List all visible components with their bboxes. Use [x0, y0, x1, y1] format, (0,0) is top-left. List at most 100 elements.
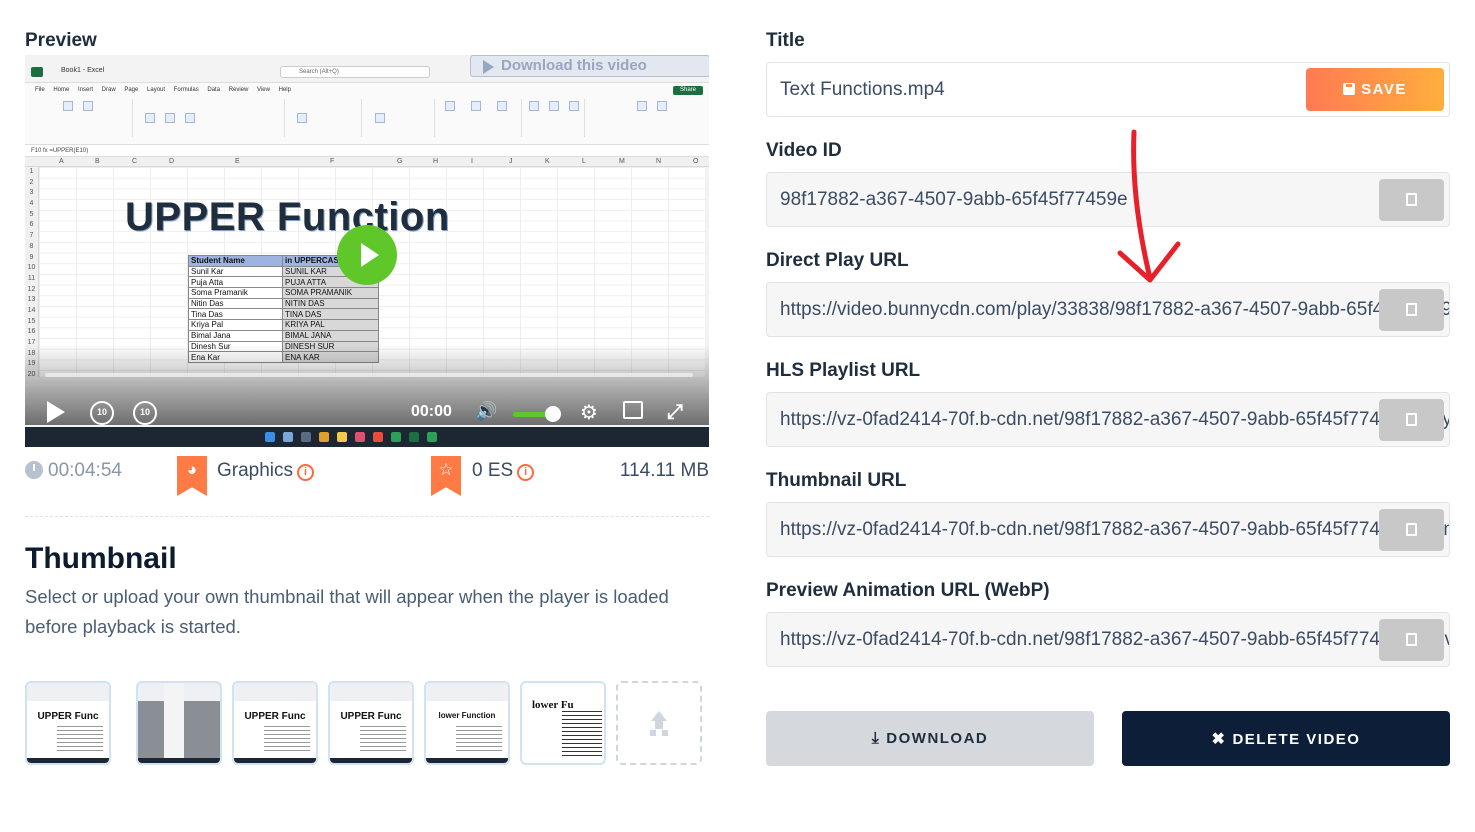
- video-id-field: [766, 172, 1450, 227]
- thumbnail-option[interactable]: UPPER Func: [25, 681, 111, 765]
- copy-hls-button[interactable]: [1379, 399, 1444, 441]
- table-cell: Bimal Jana: [188, 329, 283, 342]
- copy-icon: [1403, 630, 1417, 646]
- thumbnail-url-input[interactable]: [767, 503, 1449, 556]
- table-row: Kriya Pal KRIYA PAL: [188, 319, 379, 331]
- rewind-10-icon[interactable]: 10: [90, 401, 114, 425]
- row-header: 4: [29, 200, 34, 208]
- column-header: C: [132, 158, 138, 165]
- watermark-text: Download this video: [501, 57, 647, 74]
- column-header: B: [95, 158, 100, 165]
- direct-play-label: Direct Play URL: [766, 250, 909, 271]
- download-video-watermark[interactable]: Download this video: [470, 55, 709, 77]
- row-header: 15: [27, 317, 36, 325]
- duration: 00:04:54: [25, 460, 122, 482]
- video-player[interactable]: Book1 - Excel Search (Alt+Q) Download th…: [25, 55, 709, 447]
- table-cell: Nitin Das: [188, 297, 283, 310]
- thumbnail-option[interactable]: UPPER Func: [328, 681, 414, 765]
- copy-direct-play-button[interactable]: [1379, 289, 1444, 331]
- column-header: F: [330, 158, 335, 165]
- column-header: J: [509, 158, 513, 165]
- picture-in-picture-icon[interactable]: [623, 401, 643, 419]
- thumbnail-option-title: lower Function: [438, 711, 496, 720]
- video-id-input[interactable]: [767, 173, 1449, 226]
- preview-animation-label: Preview Animation URL (WebP): [766, 580, 1050, 601]
- save-label: SAVE: [1361, 81, 1407, 98]
- star-bookmark-icon: ☆: [431, 456, 461, 496]
- ribbon-cells: [525, 99, 585, 137]
- copy-thumbnail-url-button[interactable]: [1379, 509, 1444, 551]
- download-button[interactable]: ⤓ DOWNLOAD: [766, 711, 1094, 766]
- file-size: 114.11 MB: [619, 460, 709, 481]
- copy-icon: [1403, 190, 1417, 206]
- copy-video-id-button[interactable]: [1379, 179, 1444, 221]
- column-header: E: [235, 158, 240, 165]
- excel-ribbon: File Home Insert Draw Page Layout Formul…: [25, 83, 709, 145]
- volume-icon[interactable]: 🔊: [475, 401, 497, 422]
- thumbnail-url-field: [766, 502, 1450, 557]
- table-cell: TINA DAS: [282, 308, 379, 321]
- progress-bar[interactable]: [45, 373, 693, 377]
- row-header: 6: [29, 221, 34, 229]
- close-icon: ✖: [1211, 730, 1227, 748]
- ribbon-font: [135, 99, 285, 137]
- row-header: 14: [27, 306, 36, 314]
- row-header: 9: [29, 253, 34, 261]
- upload-icon: [648, 711, 670, 735]
- row-header: 2: [29, 178, 34, 186]
- big-play-button[interactable]: [337, 225, 397, 285]
- table-cell: BIMAL JANA: [282, 329, 379, 342]
- table-row: Bimal Jana BIMAL JANA: [188, 329, 379, 342]
- video-meta: 00:04:54 ◕ Graphics i ☆ 0 ES i 114.11 MB: [25, 456, 709, 498]
- floppy-disk-icon: [1343, 83, 1356, 95]
- table-cell: Soma Pramanik: [188, 287, 283, 299]
- volume-slider-knob[interactable]: [545, 406, 561, 422]
- row-header: 7: [29, 232, 34, 240]
- es-value: 0 ES: [472, 460, 514, 481]
- thumbnail-option-title: lower Fu: [532, 699, 574, 711]
- table-cell: Tina Das: [188, 308, 283, 321]
- thumbnail-option-title: UPPER Func: [37, 711, 99, 722]
- copy-icon: [1403, 520, 1417, 536]
- column-header: D: [169, 158, 175, 165]
- category: Graphics i: [217, 460, 315, 482]
- hls-input[interactable]: [767, 393, 1449, 446]
- table-cell: Kriya Pal: [188, 319, 283, 331]
- column-header: O: [693, 158, 699, 165]
- upload-thumbnail-button[interactable]: [616, 681, 702, 765]
- info-icon[interactable]: i: [517, 464, 535, 481]
- preview-animation-input[interactable]: [767, 613, 1449, 666]
- clock-icon: [25, 461, 43, 479]
- player-controls: 10 10 00:00 🔊 ⚙ ⤢: [25, 393, 709, 429]
- play-icon[interactable]: [47, 401, 65, 423]
- settings-gear-icon[interactable]: ⚙: [580, 400, 598, 425]
- thumbnail-option[interactable]: [136, 681, 222, 765]
- thumbnail-option[interactable]: lower Function: [424, 681, 510, 765]
- thumbnail-option-title: UPPER Func: [244, 711, 306, 722]
- player-time: 00:00: [411, 403, 452, 420]
- fullscreen-icon[interactable]: ⤢: [667, 401, 683, 424]
- column-header: H: [433, 158, 439, 165]
- thumbnail-option[interactable]: lower Fu: [520, 681, 606, 765]
- copy-preview-animation-button[interactable]: [1379, 619, 1444, 661]
- excel-search: Search (Alt+Q): [280, 66, 430, 78]
- hls-field: [766, 392, 1450, 447]
- thumbnail-option[interactable]: UPPER Func: [232, 681, 318, 765]
- table-cell: KRIYA PAL: [282, 319, 379, 331]
- excel-formula-bar: F10 fx =UPPER(E10): [25, 145, 709, 157]
- delete-video-button[interactable]: ✖ DELETE VIDEO: [1122, 711, 1450, 766]
- category-value: Graphics: [217, 460, 294, 481]
- column-header: N: [656, 158, 662, 165]
- category-bookmark-icon: ◕: [177, 456, 207, 496]
- save-button[interactable]: SAVE: [1306, 68, 1444, 111]
- column-header: L: [582, 158, 586, 165]
- direct-play-input[interactable]: [767, 283, 1449, 336]
- table-row: Tina Das TINA DAS: [188, 308, 379, 321]
- thumbnail-description: Select or upload your own thumbnail that…: [25, 586, 669, 637]
- row-header: 12: [27, 285, 36, 293]
- info-icon[interactable]: i: [297, 464, 315, 481]
- forward-10-icon[interactable]: 10: [133, 401, 157, 425]
- duration-value: 00:04:54: [48, 460, 122, 481]
- preview-animation-field: [766, 612, 1450, 667]
- table-cell: SOMA PRAMANIK: [282, 287, 379, 299]
